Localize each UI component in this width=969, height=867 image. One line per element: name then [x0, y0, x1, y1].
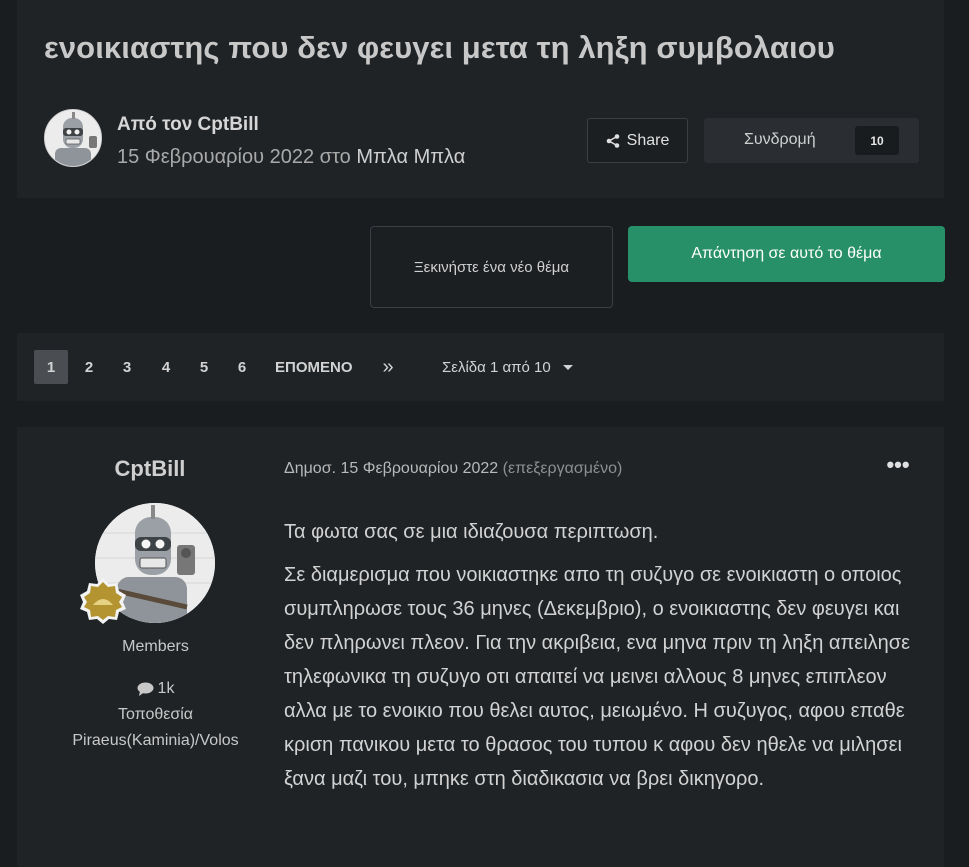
ellipsis-icon[interactable]: ••• — [882, 454, 914, 480]
follow-button[interactable]: Συνδρομή 10 — [704, 118, 919, 163]
topic-meta: 15 Φεβρουαρίου 2022 στο Μπλα Μπλα — [117, 146, 465, 169]
follow-label: Συνδρομή — [744, 131, 816, 148]
page-1-link[interactable]: 1 — [34, 350, 68, 384]
share-icon — [606, 133, 619, 148]
pagination-bar: 1 2 3 4 5 6 ΕΠΟΜΕΝΟ » Σελίδα 1 από 10 — [17, 333, 944, 401]
post-count: 1k — [0, 680, 311, 698]
robot-avatar-icon — [45, 110, 101, 166]
rank-badge-icon — [79, 577, 127, 625]
follow-count-badge: 10 — [855, 126, 899, 155]
page-2-link[interactable]: 2 — [72, 350, 106, 384]
avatar[interactable] — [44, 109, 102, 167]
edited-indicator: (επεξεργασμένο) — [502, 460, 623, 477]
page-4-link[interactable]: 4 — [149, 350, 183, 384]
post-date: Δημοσ. 15 Φεβρουαρίου 2022 (επεξεργασμέν… — [284, 460, 622, 478]
location-label: Τοποθεσία — [117, 706, 194, 723]
post-count-value: 1k — [157, 680, 175, 697]
location-value: Piraeus(Kaminia)/Volos — [72, 732, 239, 749]
caret-down-icon — [562, 364, 573, 370]
page-title: ενοικιαστης που δεν φευγει μετα τη ληξη … — [44, 30, 835, 65]
share-label: Share — [626, 131, 670, 149]
next-page-link[interactable]: ΕΠΟΜΕΝΟ — [275, 350, 353, 384]
page-5-link[interactable]: 5 — [187, 350, 221, 384]
member-group: Members — [122, 638, 189, 655]
forum-link[interactable]: Μπλα Μπλα — [356, 146, 465, 168]
comment-icon — [137, 682, 154, 696]
page-jump-label: Σελίδα 1 από 10 — [442, 358, 551, 376]
reply-button[interactable]: Απάντηση σε αυτό το θέμα — [628, 226, 945, 282]
page-6-link[interactable]: 6 — [225, 350, 259, 384]
post-author-name[interactable]: CptBill — [0, 456, 300, 482]
topic-date: 15 Φεβρουαρίου 2022 στο — [117, 146, 357, 168]
share-button[interactable]: Share — [587, 118, 688, 163]
page-3-link[interactable]: 3 — [110, 350, 144, 384]
page-jump-dropdown[interactable]: Σελίδα 1 από 10 — [442, 350, 573, 384]
last-page-link[interactable]: » — [371, 350, 405, 384]
post-paragraph: Σε διαμερισμα που νοικιαστηκε απο τη συζ… — [284, 564, 911, 790]
author-byline[interactable]: Από τον CptBill — [117, 114, 259, 136]
post-content: Τα φωτα σας σε μια ιδιαζουσα περιπτωση. … — [284, 515, 924, 805]
post-paragraph: Τα φωτα σας σε μια ιδιαζουσα περιπτωση. — [284, 521, 659, 543]
post-date-text[interactable]: Δημοσ. 15 Φεβρουαρίου 2022 — [284, 460, 503, 477]
new-topic-button[interactable]: Ξεκινήστε ένα νέο θέμα — [370, 226, 613, 308]
